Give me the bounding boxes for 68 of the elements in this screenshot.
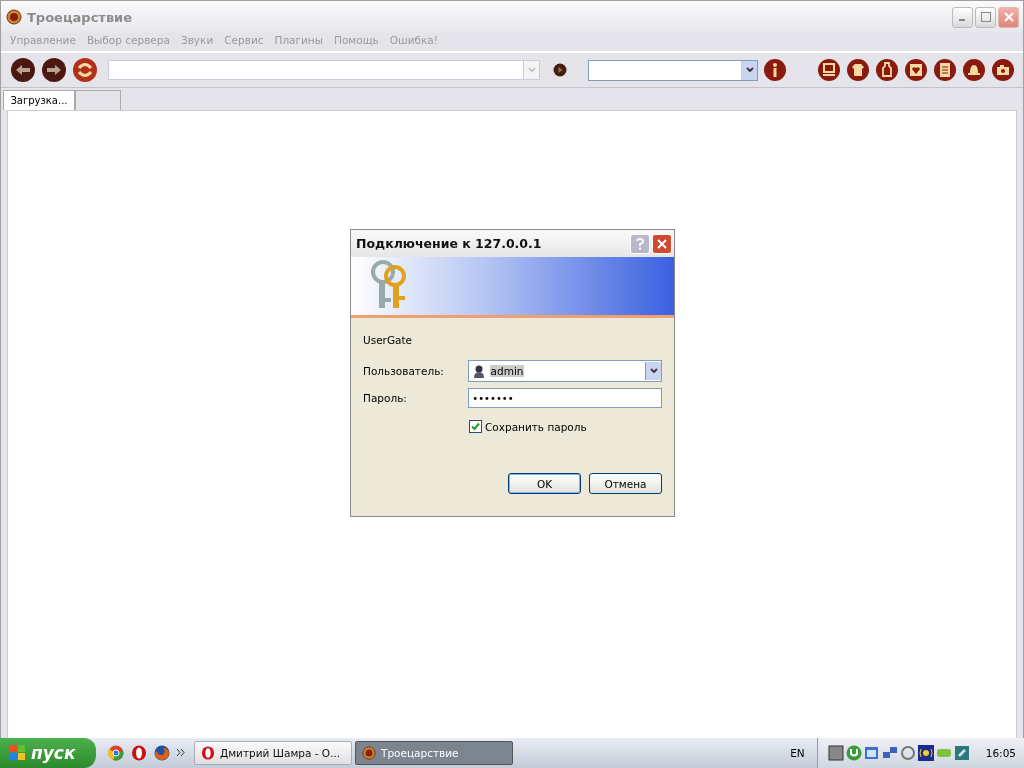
user-combo[interactable]: admin	[467, 360, 662, 382]
remember-checkbox[interactable]: Сохранить пароль	[469, 420, 662, 433]
menu-item[interactable]: Плагины	[274, 34, 324, 46]
question-mark-icon	[636, 237, 644, 250]
info-button[interactable]	[763, 58, 787, 82]
dialog-title: Подключение к 127.0.0.1	[356, 236, 543, 251]
shirt-button[interactable]	[846, 58, 870, 82]
refresh-button[interactable]	[72, 57, 98, 83]
start-button[interactable]: пуск	[0, 738, 96, 768]
server-name: UserGate	[363, 334, 414, 346]
user-icon	[471, 364, 486, 378]
user-value: admin	[489, 365, 525, 377]
menu-item[interactable]: Сервис	[224, 34, 264, 46]
field-label: Пользователь:	[363, 365, 445, 377]
chevron-icon[interactable]	[177, 749, 185, 756]
cancel-button[interactable]: Отмена	[589, 473, 662, 494]
ok-button[interactable]: OK	[508, 473, 581, 494]
sun-icon	[362, 746, 376, 760]
language-indicator[interactable]: EN	[778, 747, 817, 759]
minimize-button[interactable]	[952, 6, 973, 28]
play-icon	[553, 63, 567, 77]
window-icon[interactable]	[863, 745, 880, 761]
close-button[interactable]	[998, 6, 1019, 28]
note-icon	[933, 58, 957, 82]
menu-item[interactable]: Помощь	[334, 34, 379, 46]
firefox-icon[interactable]	[154, 745, 170, 761]
menu-item[interactable]: Ошибка!	[389, 34, 438, 46]
monitor-button[interactable]	[817, 58, 841, 82]
camera-icon	[991, 58, 1015, 82]
menu-item[interactable]: Выбор сервера	[86, 34, 170, 46]
taskbar-button[interactable]: Троецарствие	[355, 741, 513, 765]
close-icon	[657, 238, 667, 249]
go-button[interactable]	[553, 63, 567, 77]
maximize-button[interactable]	[975, 6, 996, 28]
heart-button[interactable]	[904, 58, 928, 82]
back-button[interactable]	[10, 57, 36, 83]
checkbox-label: Сохранить пароль	[485, 420, 587, 433]
note-button[interactable]	[933, 58, 957, 82]
taskbar-button[interactable]: Дмитрий Шамра - О...	[194, 741, 352, 765]
bottle-button[interactable]	[875, 58, 899, 82]
shirt-icon	[846, 58, 870, 82]
forward-button[interactable]	[41, 57, 67, 83]
field-label: Пароль:	[363, 392, 408, 404]
monitor-icon	[817, 58, 841, 82]
close-icon	[1003, 12, 1014, 22]
menu-item[interactable]: Звуки	[180, 34, 214, 46]
info-icon	[763, 58, 787, 82]
maximize-icon	[980, 12, 991, 22]
opera-icon[interactable]	[131, 745, 147, 761]
windows-logo-icon	[10, 745, 26, 761]
window-title: Троецарствие	[27, 9, 133, 25]
checkmark-icon	[471, 422, 480, 431]
sun-icon	[6, 9, 22, 25]
bell-icon	[962, 58, 986, 82]
clock: 16:05	[985, 747, 1016, 759]
password-field[interactable]: •••••••	[468, 388, 662, 408]
bell-button[interactable]	[962, 58, 986, 82]
square-icon[interactable]	[827, 745, 844, 761]
menu-item[interactable]: Управление	[10, 34, 76, 46]
tab[interactable]: Загрузка...	[3, 90, 75, 110]
bottle-icon	[875, 58, 899, 82]
server-combo[interactable]	[588, 59, 758, 81]
checkbox[interactable]	[469, 420, 482, 433]
opera-icon	[201, 746, 215, 760]
chrome-icon[interactable]	[108, 745, 124, 761]
camera-button[interactable]	[991, 58, 1015, 82]
refresh-icon	[72, 57, 98, 83]
signal-icon[interactable]	[917, 745, 934, 761]
